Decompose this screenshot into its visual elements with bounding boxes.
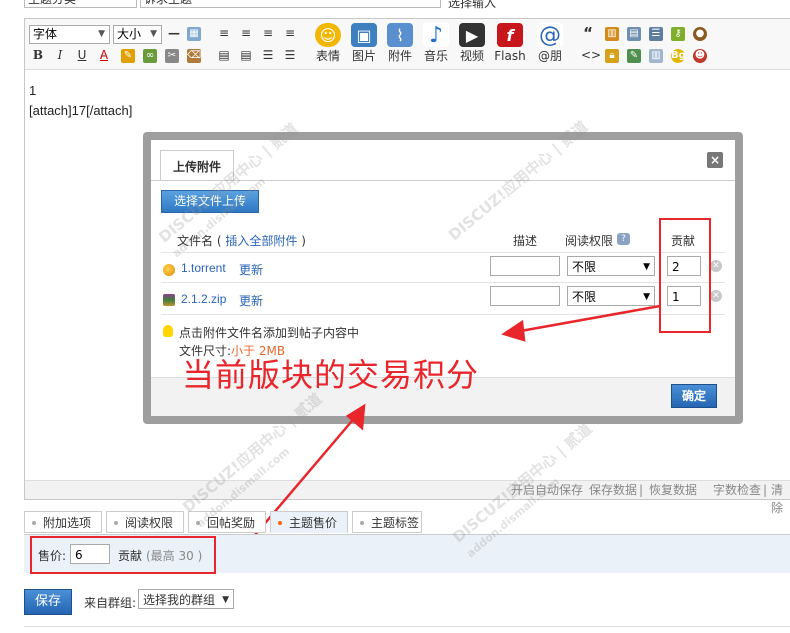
- tab-read-permission[interactable]: 阅读权限: [106, 511, 184, 533]
- group-select[interactable]: 选择我的群组 ▼: [138, 589, 234, 609]
- arrow-to-contribution-column: [514, 304, 661, 334]
- tab-thread-price[interactable]: 主题售价: [270, 511, 348, 533]
- bullet-icon: [360, 521, 364, 525]
- bullet-icon: [114, 521, 118, 525]
- group-select-value: 选择我的群组: [143, 593, 216, 607]
- chevron-down-icon: ▼: [222, 595, 229, 605]
- bullet-icon: [32, 521, 36, 525]
- divider: [24, 626, 790, 627]
- arrow-head: [345, 403, 366, 431]
- tab-thread-tags[interactable]: 主题标签: [352, 511, 422, 533]
- price-highlight-box: [30, 536, 216, 574]
- tab-extra-options[interactable]: 附加选项: [24, 511, 102, 533]
- tab-label: 附加选项: [43, 516, 92, 530]
- arrow-head: [501, 319, 526, 342]
- tab-label: 阅读权限: [125, 516, 174, 530]
- group-label: 来自群组:: [84, 596, 137, 610]
- bullet-icon: [278, 521, 282, 525]
- post-options-tabs: 附加选项 阅读权限 回帖奖励 主题售价 主题标签: [24, 511, 790, 535]
- tab-label: 主题标签: [371, 516, 420, 530]
- save-button[interactable]: 保存: [24, 589, 72, 615]
- tab-label: 主题售价: [289, 516, 338, 530]
